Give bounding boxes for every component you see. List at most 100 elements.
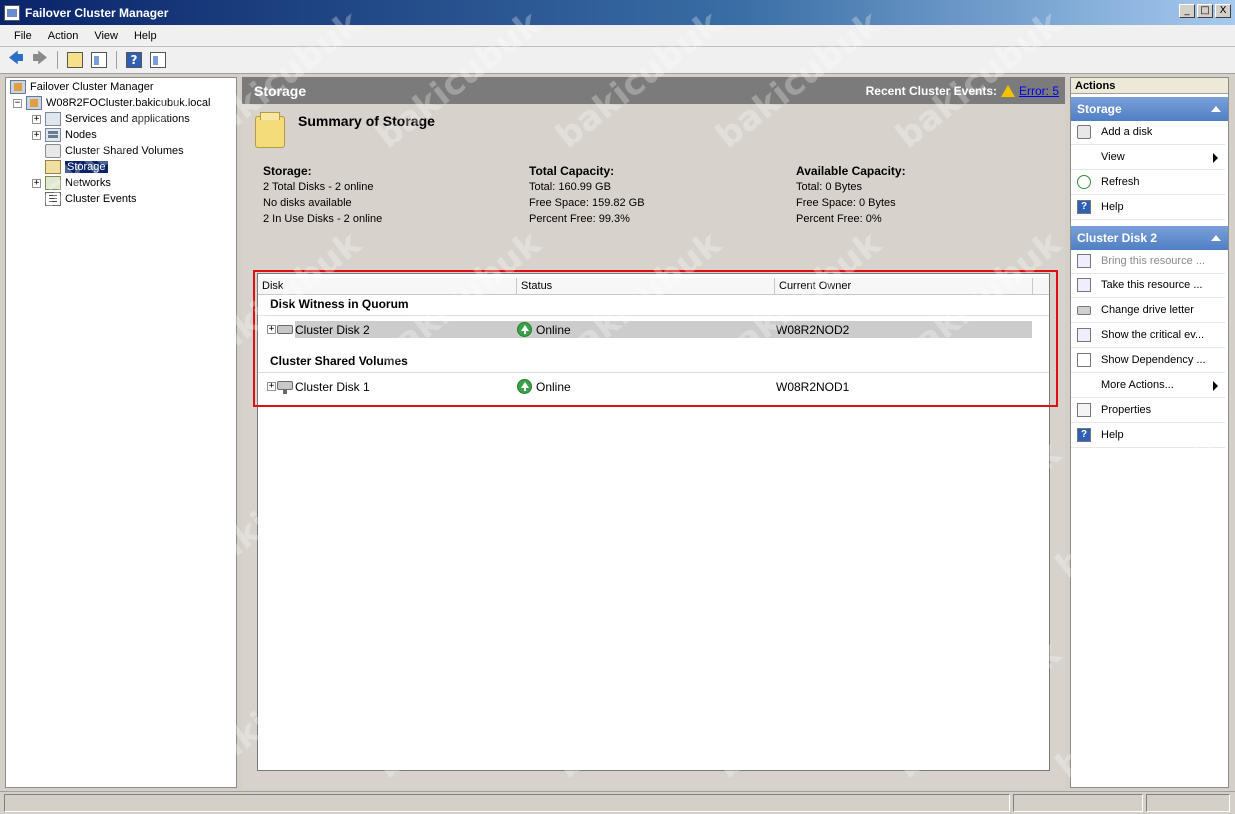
- action-show-critical-events[interactable]: Show the critical ev...: [1071, 323, 1225, 348]
- storage-panel: Storage Recent Cluster Events: Error: 5 …: [242, 77, 1065, 788]
- stat-heading: Available Capacity:: [796, 164, 906, 178]
- expand-icon[interactable]: +: [32, 114, 41, 124]
- section-title: Cluster Disk 2: [1077, 231, 1158, 245]
- forward-arrow-icon[interactable]: 🡆: [30, 49, 50, 70]
- dependency-report-icon: [1077, 353, 1091, 367]
- tree-item-label: Services and applications: [65, 113, 190, 125]
- show-hide-tree-icon[interactable]: [89, 50, 109, 70]
- stat-line: 2 In Use Disks - 2 online: [263, 213, 383, 225]
- panel-header: Storage Recent Cluster Events: Error: 5: [242, 77, 1065, 104]
- actions-pane: Actions Storage Add a disk View Refresh …: [1070, 77, 1229, 788]
- bring-online-icon: [1077, 254, 1091, 268]
- action-properties[interactable]: Properties: [1071, 398, 1225, 423]
- minimize-button[interactable]: _: [1179, 4, 1195, 18]
- action-refresh[interactable]: Refresh: [1071, 170, 1225, 195]
- help-icon: ?: [1077, 200, 1091, 214]
- tree-root[interactable]: Failover Cluster Manager: [10, 79, 154, 95]
- tree-item-label: Storage: [65, 161, 108, 173]
- up-folder-icon[interactable]: [65, 50, 85, 70]
- tree-item-storage[interactable]: Storage: [45, 159, 108, 175]
- tree-root-label: Failover Cluster Manager: [30, 81, 154, 93]
- action-label: Add a disk: [1101, 126, 1153, 138]
- stat-line: Percent Free: 99.3%: [529, 213, 630, 225]
- nodes-icon: [45, 128, 61, 142]
- view-icon: [1077, 150, 1091, 164]
- stat-line: No disks available: [263, 197, 352, 209]
- menu-file[interactable]: File: [6, 30, 40, 42]
- storage-folder-icon: [255, 112, 285, 148]
- collapse-caret-icon[interactable]: [1211, 106, 1221, 112]
- refresh-icon: [1077, 175, 1091, 189]
- tree-item-services[interactable]: + Services and applications: [32, 111, 190, 127]
- action-label: Change drive letter: [1101, 304, 1194, 316]
- tree-item-csv[interactable]: Cluster Shared Volumes: [45, 143, 184, 159]
- action-help[interactable]: ? Help: [1071, 195, 1225, 220]
- show-hide-action-pane-icon[interactable]: [148, 50, 168, 70]
- stat-line: Free Space: 0 Bytes: [796, 197, 896, 209]
- tree-item-networks[interactable]: + Networks: [32, 175, 111, 191]
- action-view[interactable]: View: [1071, 145, 1225, 170]
- error-link[interactable]: Error: 5: [1019, 84, 1059, 98]
- toolbar: 🡄 🡆 ?: [0, 47, 1235, 74]
- tree-item-label: Cluster Events: [65, 193, 137, 205]
- shared-volumes-icon: [45, 144, 61, 158]
- critical-events-icon: [1077, 328, 1091, 342]
- action-more-actions[interactable]: More Actions...: [1071, 373, 1225, 398]
- submenu-arrow-icon: [1213, 381, 1218, 391]
- action-help-disk[interactable]: ? Help: [1071, 423, 1225, 448]
- collapse-icon[interactable]: −: [13, 98, 22, 108]
- more-actions-icon: [1077, 378, 1091, 392]
- tree-cluster[interactable]: − W08R2FOCluster.bakicubuk.local: [13, 95, 210, 111]
- tree-item-label: Networks: [65, 177, 111, 189]
- action-label: Help: [1101, 201, 1124, 213]
- collapse-caret-icon[interactable]: [1211, 235, 1221, 241]
- tree-item-label: Nodes: [65, 129, 97, 141]
- warning-icon: [1000, 85, 1015, 97]
- menu-view[interactable]: View: [86, 30, 126, 42]
- toolbar-separator: [116, 51, 117, 69]
- action-label: View: [1101, 151, 1125, 163]
- action-bring-online[interactable]: Bring this resource ...: [1071, 249, 1225, 274]
- section-title: Storage: [1077, 102, 1122, 116]
- status-bar: [0, 791, 1235, 814]
- stat-line: Percent Free: 0%: [796, 213, 882, 225]
- close-button[interactable]: X: [1215, 4, 1231, 18]
- section-header-cluster-disk-2[interactable]: Cluster Disk 2: [1071, 226, 1228, 250]
- stat-heading: Storage:: [263, 164, 312, 178]
- action-take-offline[interactable]: Take this resource ...: [1071, 273, 1225, 298]
- action-label: Take this resource ...: [1101, 279, 1203, 291]
- app-icon: [4, 4, 20, 21]
- help-icon[interactable]: ?: [124, 50, 144, 70]
- window-title: Failover Cluster Manager: [25, 5, 169, 20]
- action-label: Show Dependency ...: [1101, 354, 1206, 366]
- highlight-frame: [253, 270, 1058, 407]
- menu-action[interactable]: Action: [40, 30, 87, 42]
- stat-line: Total: 160.99 GB: [529, 181, 611, 193]
- add-disk-icon: [1077, 125, 1091, 139]
- expand-icon[interactable]: +: [32, 178, 41, 188]
- action-change-drive-letter[interactable]: Change drive letter: [1071, 298, 1225, 323]
- take-offline-icon: [1077, 278, 1091, 292]
- expand-icon[interactable]: +: [32, 130, 41, 140]
- recent-events: Recent Cluster Events: Error: 5: [866, 84, 1059, 98]
- tree-item-nodes[interactable]: + Nodes: [32, 127, 97, 143]
- section-header-storage[interactable]: Storage: [1071, 97, 1228, 121]
- cluster-icon: [26, 96, 42, 110]
- events-icon: [45, 192, 61, 206]
- navigation-tree: Failover Cluster Manager − W08R2FOCluste…: [5, 77, 237, 788]
- action-show-dependency[interactable]: Show Dependency ...: [1071, 348, 1225, 373]
- properties-icon: [1077, 403, 1091, 417]
- summary-title: Summary of Storage: [298, 113, 435, 129]
- stat-line: Total: 0 Bytes: [796, 181, 863, 193]
- networks-icon: [45, 176, 61, 190]
- action-label: More Actions...: [1101, 379, 1174, 391]
- cluster-manager-icon: [10, 80, 26, 94]
- tree-item-events[interactable]: Cluster Events: [45, 191, 137, 207]
- action-add-disk[interactable]: Add a disk: [1071, 120, 1225, 145]
- panel-title: Storage: [254, 82, 307, 99]
- maximize-button[interactable]: □: [1197, 4, 1213, 18]
- back-arrow-icon[interactable]: 🡄: [6, 49, 26, 70]
- toolbar-separator: [57, 51, 58, 69]
- storage-icon: [45, 160, 61, 174]
- menu-help[interactable]: Help: [126, 30, 165, 42]
